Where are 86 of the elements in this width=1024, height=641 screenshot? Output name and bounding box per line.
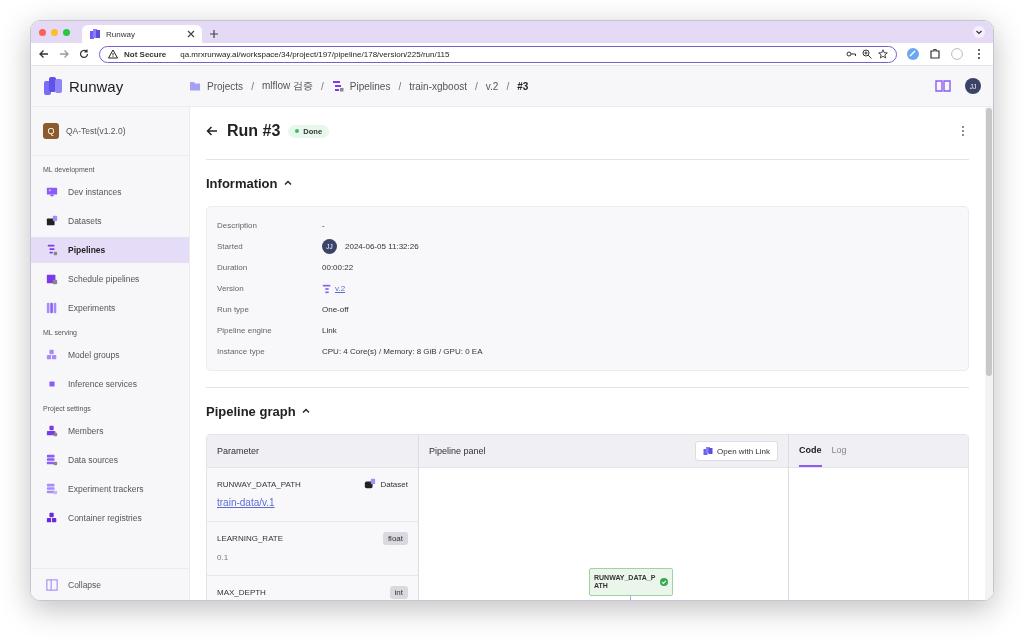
parameter-name: RUNWAY_DATA_PATH — [217, 479, 302, 489]
browser-tab[interactable]: Runway — [82, 25, 202, 43]
type-badge: float — [382, 532, 408, 545]
parameter-name: MAX_DEPTH — [217, 588, 267, 597]
parameter-type: Dataset — [380, 479, 408, 489]
breadcrumb-separator: / — [251, 80, 254, 92]
breadcrumb-link[interactable]: v.2 — [485, 80, 499, 92]
breadcrumb-separator: / — [398, 80, 402, 92]
breadcrumb-separator: / — [506, 80, 510, 92]
close-icon[interactable] — [187, 30, 195, 38]
pipeline-icon — [331, 80, 344, 92]
key-icon[interactable] — [846, 49, 856, 59]
back-icon[interactable] — [39, 49, 49, 59]
warning-icon — [108, 49, 118, 59]
new-tab-icon[interactable] — [210, 30, 218, 38]
field-value: - — [322, 221, 325, 230]
field-value: 00:00:22 — [322, 263, 354, 272]
database-icon — [46, 483, 58, 495]
breadcrumb-link[interactable]: Projects — [207, 80, 244, 92]
grid-icon — [46, 302, 58, 314]
sidebar-item[interactable]: Inference services — [31, 371, 189, 397]
field-label: Description — [217, 221, 258, 230]
sidebar-item[interactable]: Experiments — [31, 295, 189, 321]
logo-icon — [89, 28, 101, 40]
collapse-button[interactable]: Collapse — [31, 568, 189, 600]
field-label: Started — [217, 242, 244, 251]
sidebar-icon — [46, 578, 58, 591]
sidebar-item[interactable]: Pipelines — [31, 237, 189, 263]
monitor-icon — [46, 186, 58, 198]
hexagons-icon — [46, 512, 58, 524]
sidebar-item[interactable]: Dev instances — [31, 179, 189, 205]
field-label: Instance type — [217, 347, 266, 356]
parameter-value: 0.1 — [217, 553, 230, 562]
page-title: Run #3 — [227, 122, 281, 140]
section-title: Information — [206, 175, 278, 191]
open-with-link-button[interactable]: Open with Link — [695, 441, 778, 461]
back-arrow-icon[interactable] — [206, 125, 218, 137]
type-badge: int — [389, 586, 408, 599]
field-label: Pipeline engine — [217, 326, 273, 335]
zoom-icon[interactable] — [862, 49, 872, 59]
status-dot — [295, 129, 300, 133]
scrollbar[interactable] — [986, 108, 992, 376]
sidebar-item[interactable]: Members — [31, 418, 189, 444]
logo-icon — [703, 446, 714, 456]
panel-title: Pipeline panel — [429, 446, 486, 456]
parameter-name: LEARNING_RATE — [217, 534, 285, 543]
sidebar-item[interactable]: Container registries — [31, 505, 189, 531]
sidebar-item[interactable]: Experiment trackers — [31, 476, 189, 502]
database-icon — [46, 454, 58, 466]
sidebar-item[interactable]: Datasets — [31, 208, 189, 234]
breadcrumb-link[interactable]: mlflow 검증 — [261, 79, 314, 93]
project-selector[interactable]: Q QA-Test(v1.2.0) — [31, 107, 189, 156]
star-icon[interactable] — [878, 49, 888, 59]
breadcrumb-separator: / — [475, 80, 478, 92]
breadcrumb-separator: / — [321, 80, 324, 92]
section-title: Pipeline graph — [206, 403, 296, 419]
pipeline-icon — [46, 244, 58, 256]
field-value: Link — [322, 326, 337, 335]
chevron-icon[interactable] — [300, 406, 311, 416]
panel-tab[interactable]: Code — [799, 435, 822, 467]
hexagons-icon — [46, 349, 58, 361]
field-label: Duration — [217, 263, 249, 272]
sidebar-item[interactable]: Data sources — [31, 447, 189, 473]
chevron-down-icon[interactable] — [973, 26, 985, 38]
dataset-link[interactable]: train-data/v.1 — [217, 497, 275, 508]
pipeline-icon — [322, 283, 332, 294]
panel-title: Parameter — [217, 446, 260, 456]
folder-icon — [189, 80, 201, 92]
field-value: One-off — [322, 305, 349, 314]
field-value: CPU: 4 Core(s) / Memory: 8 GiB / GPU: 0 EA — [322, 347, 483, 356]
sidebar-item[interactable]: Model groups — [31, 342, 189, 368]
logo-text: Runway — [69, 77, 124, 95]
field-label: Run type — [217, 305, 251, 314]
sidebar-item[interactable]: Schedule pipelines — [31, 266, 189, 292]
person-icon — [46, 425, 58, 437]
camera-icon — [46, 215, 58, 227]
camera-icon — [364, 478, 377, 490]
forward-icon[interactable] — [59, 49, 69, 59]
chevron-icon[interactable] — [282, 178, 293, 188]
breadcrumb-link[interactable]: train-xgboost — [409, 80, 467, 92]
logo-icon — [43, 76, 63, 96]
field-label: Version — [217, 284, 245, 293]
reload-icon[interactable] — [79, 49, 89, 59]
breadcrumb-link[interactable]: Pipelines — [349, 80, 391, 92]
field-value: 2024-06-05 11:32:26 — [345, 242, 419, 251]
version-link[interactable]: v.2 — [335, 284, 346, 293]
